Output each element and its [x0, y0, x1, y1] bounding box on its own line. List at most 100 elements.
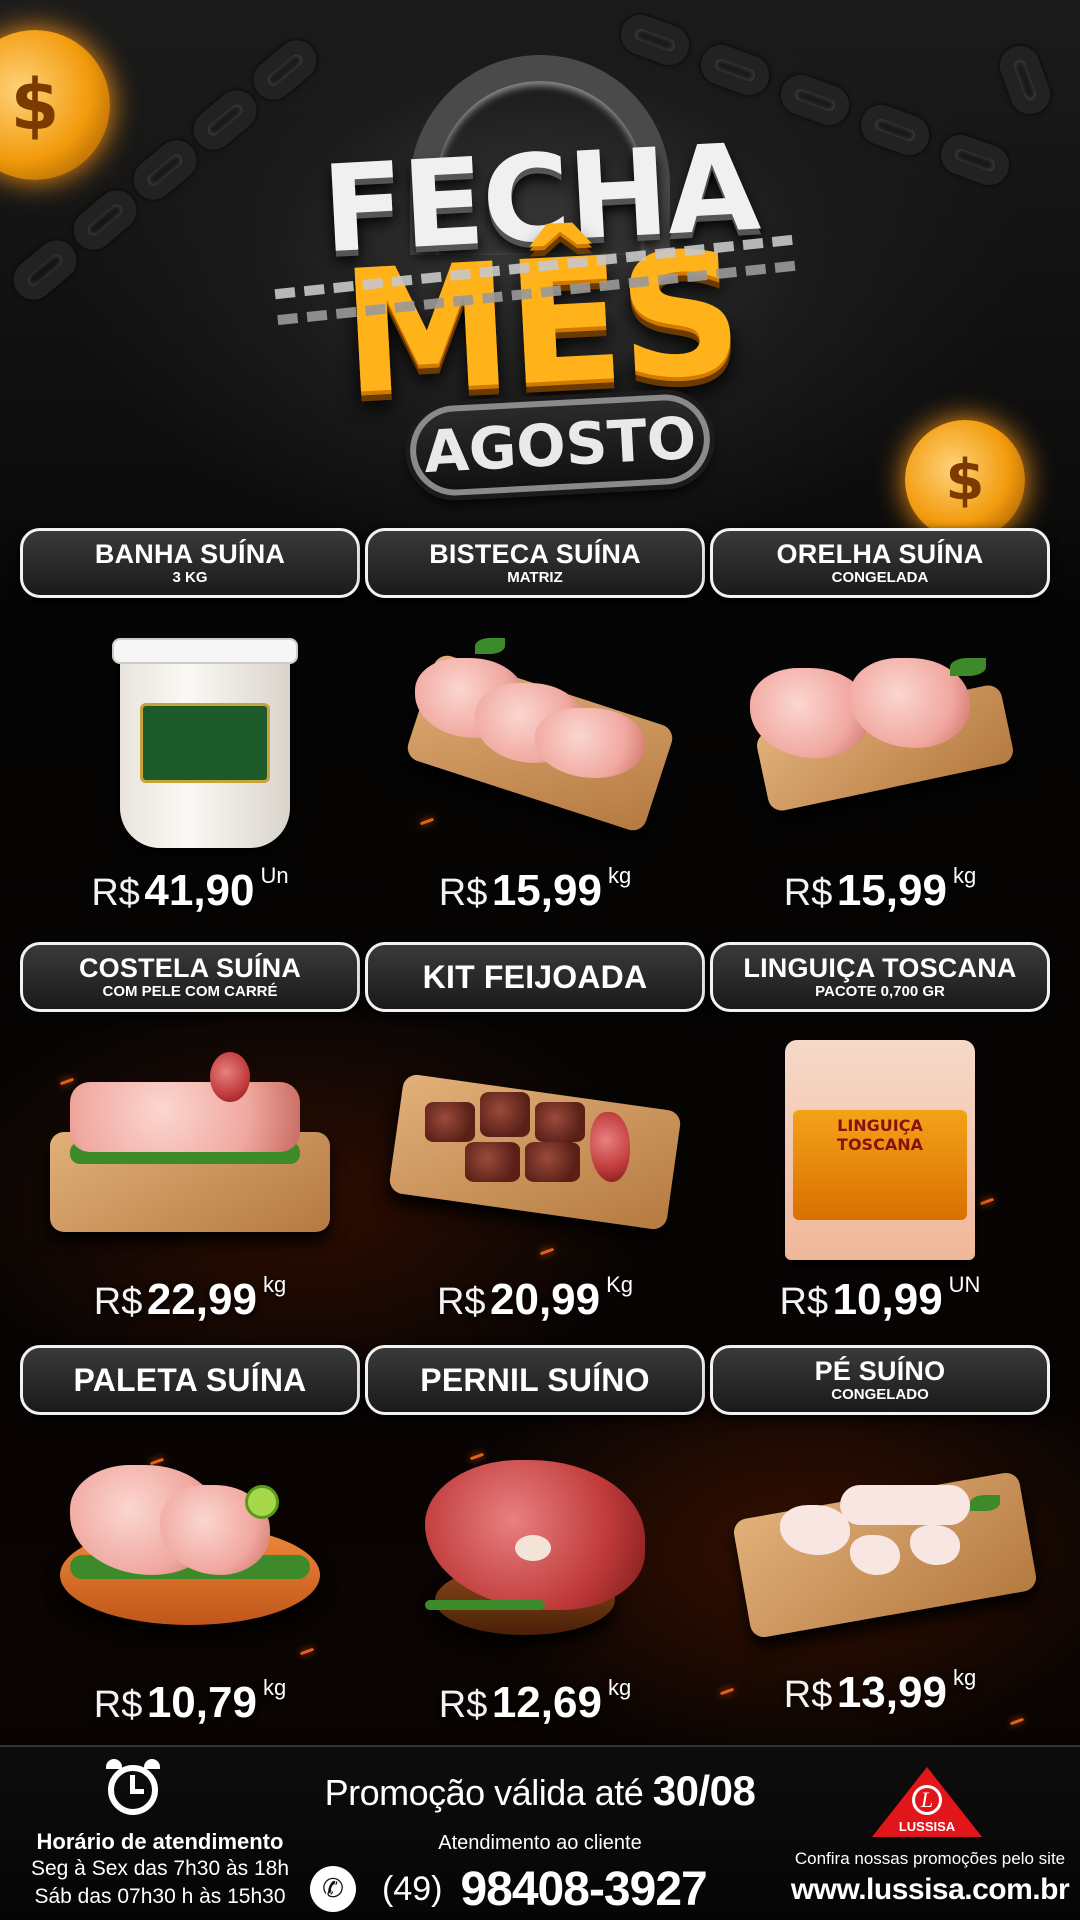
- site-link[interactable]: www.lussisa.com.br: [790, 1873, 1070, 1907]
- sausage-pack-icon: LINGUIÇA TOSCANA: [740, 1030, 1020, 1260]
- hours-title: Horário de atendimento: [36, 1829, 284, 1854]
- price-value: 10,99: [832, 1275, 943, 1324]
- product-title-pill: COSTELA SUÍNA COM PELE COM CARRÉ: [20, 942, 360, 1012]
- product-price: R$ 10,79 kg: [20, 1675, 360, 1728]
- price-unit: kg: [607, 863, 632, 888]
- feijoada-kit-icon: [388, 1042, 682, 1242]
- price-unit: kg: [262, 1272, 287, 1297]
- product-price: R$ 22,99 kg: [20, 1272, 360, 1325]
- service-label: Atendimento ao cliente: [438, 1832, 642, 1854]
- product-card[interactable]: COSTELA SUÍNA COM PELE COM CARRÉ R$ 22,9…: [20, 942, 360, 1342]
- product-card[interactable]: ORELHA SUÍNA CONGELADA R$ 15,99 kg: [710, 528, 1050, 928]
- phone-number[interactable]: 98408-3927: [460, 1862, 707, 1917]
- month-badge: AGOSTO: [407, 392, 713, 498]
- promo-validity: Promoção válida até 30/08: [300, 1767, 780, 1815]
- product-price: R$ 20,99 Kg: [365, 1272, 705, 1325]
- price-currency: R$: [783, 1674, 833, 1716]
- product-subtitle: PACOTE 0,700 GR: [815, 983, 945, 1000]
- price-currency: R$: [93, 1281, 143, 1323]
- lard-bucket-icon: [50, 628, 330, 848]
- price-unit: kg: [952, 1665, 977, 1690]
- product-price: R$ 15,99 kg: [365, 863, 705, 916]
- product-subtitle: COM PELE COM CARRÉ: [102, 983, 278, 1000]
- product-card[interactable]: PALETA SUÍNA R$ 10,79 kg: [20, 1345, 360, 1745]
- product-name: COSTELA SUÍNA: [78, 953, 302, 983]
- dollar-coin-icon: $: [905, 420, 1025, 540]
- product-name: PÉ SUÍNO: [814, 1356, 946, 1386]
- product-subtitle: CONGELADA: [831, 569, 929, 586]
- promo-prefix: Promoção válida até: [324, 1772, 644, 1813]
- pack-label: LINGUIÇA TOSCANA: [837, 1116, 923, 1154]
- product-row: PALETA SUÍNA R$ 10,79 kg PERNIL SUÍNO R$ …: [20, 1345, 1060, 1745]
- hours-saturday: Sáb das 07h30 h às 15h30: [34, 1885, 286, 1908]
- price-unit: kg: [952, 863, 977, 888]
- price-value: 22,99: [146, 1275, 257, 1324]
- hours-weekdays: Seg à Sex das 7h30 às 18h: [30, 1857, 290, 1880]
- product-title-pill: BANHA SUÍNA 3 KG: [20, 528, 360, 598]
- header-banner: $ $ FECHA MÊS AGOSTO: [0, 0, 1080, 540]
- product-name: ORELHA SUÍNA: [776, 539, 984, 569]
- price-currency: R$: [438, 1684, 488, 1726]
- price-value: 13,99: [836, 1668, 947, 1717]
- price-currency: R$: [93, 1684, 143, 1726]
- product-subtitle: CONGELADO: [831, 1386, 929, 1403]
- chain-link: [245, 32, 325, 108]
- brand-name: LUSSISA: [898, 1819, 956, 1834]
- product-title-pill: KIT FEIJOADA: [365, 942, 705, 1012]
- price-currency: R$: [438, 872, 488, 914]
- chain-link: [615, 9, 695, 71]
- pork-chop-icon: [395, 628, 676, 834]
- price-unit: Un: [260, 863, 289, 888]
- product-subtitle: MATRIZ: [507, 569, 563, 586]
- phone-ddd: (49): [382, 1869, 443, 1908]
- product-name: PERNIL SUÍNO: [420, 1362, 650, 1398]
- price-currency: R$: [91, 872, 140, 914]
- product-name: KIT FEIJOADA: [422, 959, 648, 995]
- price-value: 15,99: [836, 866, 947, 915]
- pork-ribs-icon: [50, 1042, 330, 1242]
- footer: Horário de atendimento Seg à Sex das 7h3…: [0, 1745, 1080, 1920]
- product-card[interactable]: KIT FEIJOADA R$ 20,99 Kg: [365, 942, 705, 1342]
- pork-shoulder-icon: [50, 1445, 330, 1645]
- product-row: COSTELA SUÍNA COM PELE COM CARRÉ R$ 22,9…: [20, 942, 1060, 1342]
- product-title-pill: PERNIL SUÍNO: [365, 1345, 705, 1415]
- product-price: R$ 41,90 Un: [20, 863, 360, 916]
- product-row: BANHA SUÍNA 3 KG R$ 41,90 Un BISTECA SUÍN…: [20, 528, 1060, 928]
- product-card[interactable]: BANHA SUÍNA 3 KG R$ 41,90 Un: [20, 528, 360, 928]
- price-value: 10,79: [146, 1678, 257, 1727]
- product-card[interactable]: BISTECA SUÍNA MATRIZ R$ 15,99 kg: [365, 528, 705, 928]
- product-name: BISTECA SUÍNA: [429, 539, 641, 569]
- product-title-pill: ORELHA SUÍNA CONGELADA: [710, 528, 1050, 598]
- price-value: 20,99: [490, 1275, 601, 1324]
- price-currency: R$: [779, 1281, 829, 1323]
- price-value: 15,99: [491, 866, 602, 915]
- price-unit: Kg: [606, 1272, 634, 1297]
- product-name: PALETA SUÍNA: [73, 1362, 307, 1398]
- brand-logo: L LUSSISA: [872, 1767, 982, 1837]
- site-cta: Confira nossas promoções pelo site: [794, 1849, 1066, 1868]
- alarm-clock-icon: [106, 1759, 160, 1815]
- price-value: 41,90: [144, 866, 255, 915]
- product-title-pill: PALETA SUÍNA: [20, 1345, 360, 1415]
- price-currency: R$: [436, 1281, 486, 1323]
- price-value: 12,69: [491, 1678, 602, 1727]
- product-price: R$ 10,99 UN: [710, 1272, 1050, 1325]
- pork-ear-icon: [740, 628, 1020, 828]
- product-subtitle: 3 KG: [172, 569, 208, 586]
- whatsapp-icon[interactable]: ✆: [310, 1866, 356, 1912]
- product-price: R$ 15,99 kg: [710, 863, 1050, 916]
- product-price: R$ 12,69 kg: [365, 1675, 705, 1728]
- product-card[interactable]: PÉ SUÍNO CONGELADO R$ 13,99 kg: [710, 1345, 1050, 1745]
- product-name: BANHA SUÍNA: [94, 539, 286, 569]
- price-unit: kg: [607, 1675, 632, 1700]
- price-currency: R$: [783, 872, 833, 914]
- phone-contact[interactable]: ✆ (49) 98408-3927: [310, 1859, 770, 1919]
- product-price: R$ 13,99 kg: [710, 1665, 1050, 1718]
- price-unit: UN: [948, 1272, 981, 1297]
- pork-leg-icon: [395, 1445, 675, 1645]
- product-card[interactable]: PERNIL SUÍNO R$ 12,69 kg: [365, 1345, 705, 1745]
- promo-date: 30/08: [652, 1767, 756, 1814]
- brand-mark: L: [912, 1785, 942, 1815]
- product-title-pill: BISTECA SUÍNA MATRIZ: [365, 528, 705, 598]
- product-card[interactable]: LINGUIÇA TOSCANA PACOTE 0,700 GR LINGUIÇ…: [710, 942, 1050, 1342]
